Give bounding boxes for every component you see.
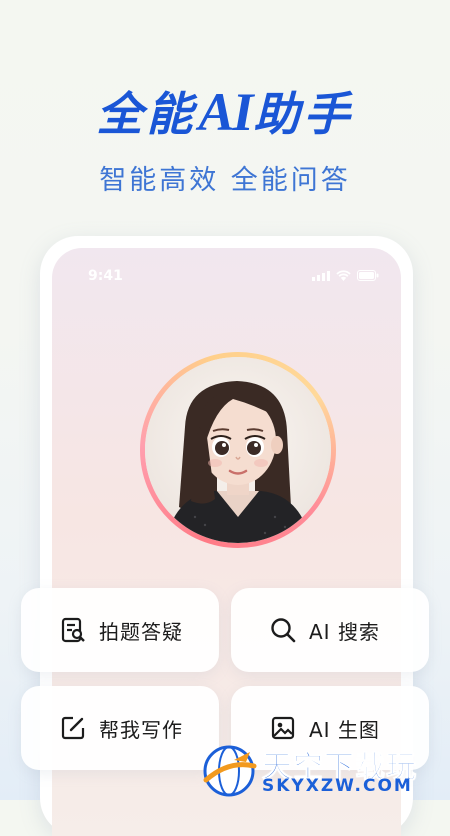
hero-title: 全能AI助手 [0, 78, 450, 144]
feature-label: 拍题答疑 [99, 619, 183, 644]
globe-plane-logo-icon [203, 745, 257, 797]
feature-writing-button[interactable]: 帮我写作 [21, 686, 219, 770]
signal-icon [312, 270, 330, 281]
wifi-icon [336, 270, 351, 281]
feature-label: 帮我写作 [99, 717, 183, 742]
hero-subtitle: 智能高效 全能问答 [99, 165, 351, 196]
hero-title-ai: AI [198, 82, 253, 142]
feature-photo-qa-button[interactable]: 拍题答疑 [21, 588, 219, 672]
hero-title-prefix: 全能 [96, 87, 197, 141]
feature-label: AI 生图 [309, 717, 380, 742]
avatar-ring [140, 352, 336, 548]
edit-icon [59, 714, 87, 742]
avatar-illustration [145, 357, 331, 543]
document-search-icon [59, 616, 87, 644]
hero-title-suffix: 助手 [253, 87, 354, 141]
feature-ai-search-button[interactable]: AI 搜索 [231, 588, 429, 672]
avatar [145, 357, 331, 543]
status-time: 9:41 [88, 268, 123, 284]
site-watermark: 天空下载玩 SKYXZW.COM [200, 740, 450, 800]
feature-label: AI 搜索 [309, 619, 380, 644]
watermark-url: SKYXZW.COM [262, 776, 413, 796]
search-icon [269, 616, 297, 644]
image-icon [269, 714, 297, 742]
status-icons [312, 270, 379, 281]
battery-icon [357, 270, 379, 281]
